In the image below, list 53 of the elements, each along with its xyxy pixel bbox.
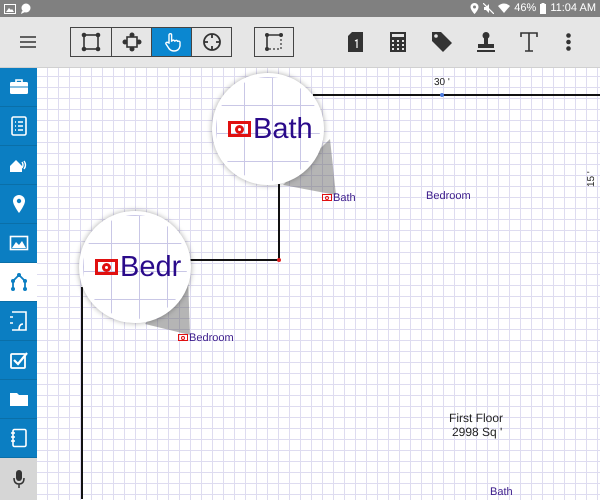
clock: 11:04 AM [550, 1, 596, 16]
floor-plan-icon [8, 311, 28, 331]
page-button[interactable] [345, 30, 365, 54]
mode-button[interactable] [151, 28, 191, 56]
selection-tool-button[interactable] [254, 27, 294, 57]
serif-t-icon [520, 32, 538, 52]
dimension-label: 15 ' [587, 171, 597, 187]
dashed-square-icon [265, 33, 283, 51]
tag-icon [432, 32, 452, 52]
text-tool-button[interactable] [519, 30, 539, 54]
room-label: Bath [333, 192, 356, 205]
dimension-label: 30 ' [434, 78, 450, 88]
location-icon [470, 3, 480, 14]
camera-marker-icon [95, 259, 118, 275]
battery-icon [540, 3, 546, 14]
magnified-room-label: Bath [253, 114, 313, 144]
floor-name: First Floor [449, 411, 503, 425]
camera-marker-icon [322, 194, 332, 201]
calculator-icon [390, 32, 406, 52]
magnified-room-label: Bedr [120, 252, 182, 282]
room-label: Bedroom [426, 190, 471, 203]
microphone-icon [12, 470, 24, 488]
tag-button[interactable] [431, 30, 453, 54]
checkbox-icon [8, 350, 28, 370]
mute-icon [483, 3, 494, 14]
stamp-button[interactable] [476, 30, 496, 54]
camera-marker-icon [228, 121, 251, 137]
camera-marker-icon [178, 334, 188, 341]
floor-area: 2998 Sq ' [452, 425, 502, 439]
wifi-icon [498, 3, 510, 14]
battery-percent: 46% [514, 1, 536, 16]
microphone-button[interactable] [0, 458, 37, 500]
wall-midpoint-handle[interactable] [440, 93, 444, 97]
move-nodes-icon [122, 32, 142, 52]
chat-icon [20, 3, 32, 14]
landscape-picture-icon [8, 233, 28, 253]
notebook-icon [8, 428, 28, 448]
calculator-button[interactable] [388, 30, 408, 54]
crosshair-circle-icon [202, 32, 222, 52]
room-label: Bedroom [189, 332, 234, 345]
more-icon [566, 33, 570, 51]
room-label: Bath [490, 486, 513, 499]
stamp-icon [477, 32, 495, 52]
page-icon [348, 32, 362, 52]
node-path-icon [8, 272, 28, 292]
briefcase-icon [8, 77, 28, 97]
image-icon [4, 4, 16, 14]
square-nodes-icon [81, 32, 101, 52]
magnifier-pointer [283, 139, 336, 195]
wall-corner-node[interactable] [277, 258, 281, 262]
sidebar-item[interactable] [0, 263, 37, 302]
menu-icon [20, 36, 36, 48]
checklist-icon [8, 116, 28, 136]
